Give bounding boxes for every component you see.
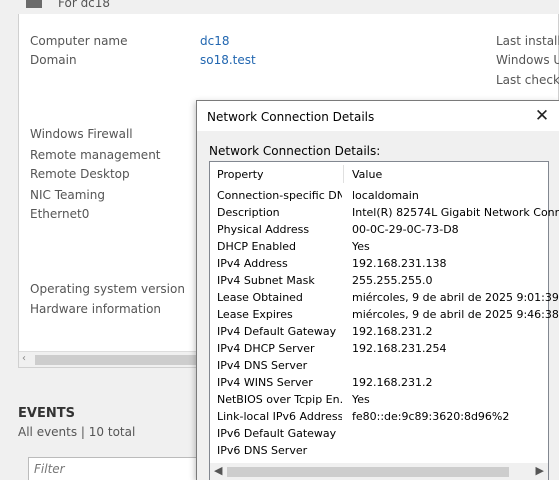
- value-cell: 255.255.255.0: [352, 274, 433, 287]
- list-item[interactable]: Link-local IPv6 Address fe80::de:9c89:362…: [210, 409, 548, 426]
- list-item[interactable]: Physical Address 00-0C-29-0C-73-D8: [210, 222, 548, 239]
- column-header-property[interactable]: Property: [217, 168, 264, 181]
- windows-firewall-label: Windows Firewall: [30, 127, 133, 141]
- listview-scroll-thumb[interactable]: [227, 467, 509, 477]
- list-item[interactable]: IPv4 Default Gateway 192.168.231.2: [210, 324, 548, 341]
- property-cell: IPv4 Default Gateway: [217, 325, 337, 338]
- tile-icon: [26, 0, 42, 8]
- listview-rows: Connection-specific DN... localdomain Desc…: [210, 188, 559, 460]
- property-cell: IPv4 DHCP Server: [217, 342, 315, 355]
- listview-header: Property Value: [210, 162, 548, 187]
- dialog-titlebar[interactable]: Network Connection Details ✕: [197, 101, 559, 131]
- value-cell: 192.168.231.2: [352, 376, 433, 389]
- property-cell: DHCP Enabled: [217, 240, 297, 253]
- list-item[interactable]: Lease Expires miércoles, 9 de abril de 20…: [210, 307, 559, 324]
- list-item[interactable]: IPv6 DNS Server: [210, 443, 548, 460]
- property-cell: IPv4 Subnet Mask: [217, 274, 315, 287]
- property-cell: Lease Obtained: [217, 291, 303, 304]
- list-item[interactable]: IPv4 WINS Server 192.168.231.2: [210, 375, 548, 392]
- chevron-right-icon[interactable]: ▶: [536, 464, 544, 477]
- tile-for-label: For dc18: [58, 0, 111, 10]
- list-item[interactable]: DHCP Enabled Yes: [210, 239, 548, 256]
- computer-name-label: Computer name: [30, 34, 128, 48]
- remote-desktop-label: Remote Desktop: [30, 167, 130, 181]
- value-cell: Yes: [352, 240, 370, 253]
- scroll-thumb[interactable]: [35, 355, 205, 365]
- nic-teaming-label: NIC Teaming: [30, 188, 105, 202]
- property-cell: IPv4 DNS Server: [217, 359, 308, 372]
- last-checked-label: Last checke: [496, 73, 559, 87]
- chevron-left-icon[interactable]: ◀: [214, 464, 222, 477]
- dialog-title: Network Connection Details: [207, 110, 375, 124]
- value-cell: fe80::de:9c89:3620:8d96%2: [352, 410, 510, 423]
- hardware-info-label: Hardware information: [30, 302, 162, 316]
- computer-name-link[interactable]: dc18: [200, 34, 229, 48]
- value-cell: Intel(R) 82574L Gigabit Network Connect: [352, 206, 559, 219]
- list-item[interactable]: NetBIOS over Tcpip En... Yes: [210, 392, 548, 409]
- ethernet0-label: Ethernet0: [30, 207, 90, 221]
- list-item[interactable]: Lease Obtained miércoles, 9 de abril de 2…: [210, 290, 559, 307]
- value-cell: 192.168.231.2: [352, 325, 433, 338]
- chevron-left-icon[interactable]: ‹: [22, 353, 26, 364]
- network-connection-details-dialog: Network Connection Details ✕ Network Con…: [196, 100, 559, 480]
- list-item[interactable]: IPv4 Address 192.168.231.138: [210, 256, 548, 273]
- details-label: Network Connection Details:: [209, 144, 381, 158]
- last-installed-label: Last installe: [496, 34, 559, 48]
- list-item[interactable]: IPv4 DHCP Server 192.168.231.254: [210, 341, 548, 358]
- domain-label: Domain: [30, 53, 77, 67]
- property-cell: Physical Address: [217, 223, 310, 236]
- domain-link[interactable]: so18.test: [200, 53, 256, 67]
- tile-header: For dc18: [0, 0, 559, 14]
- property-cell: Connection-specific DN...: [217, 189, 342, 202]
- events-filter-input[interactable]: Filter: [28, 457, 208, 480]
- value-cell: 192.168.231.138: [352, 257, 447, 270]
- events-subtitle: All events | 10 total: [18, 425, 136, 439]
- windows-update-label: Windows Up: [496, 53, 559, 67]
- events-title: EVENTS: [18, 406, 75, 421]
- property-cell: IPv4 WINS Server: [217, 376, 313, 389]
- property-cell: Link-local IPv6 Address: [217, 410, 342, 423]
- property-cell: Lease Expires: [217, 308, 293, 321]
- property-cell: IPv4 Address: [217, 257, 288, 270]
- value-cell: miércoles, 9 de abril de 2025 9:01:39: [352, 291, 559, 304]
- value-cell: miércoles, 9 de abril de 2025 9:46:38: [352, 308, 559, 321]
- list-item[interactable]: Description Intel(R) 82574L Gigabit Netwo…: [210, 205, 559, 222]
- value-cell: 192.168.231.254: [352, 342, 447, 355]
- column-header-value[interactable]: Value: [352, 168, 382, 181]
- list-item[interactable]: IPv4 Subnet Mask 255.255.255.0: [210, 273, 548, 290]
- column-separator[interactable]: [343, 165, 344, 183]
- os-version-label: Operating system version: [30, 282, 185, 296]
- details-listview[interactable]: Property Value Connection-specific DN...…: [209, 161, 559, 480]
- property-cell: NetBIOS over Tcpip En...: [217, 393, 342, 406]
- remote-management-label: Remote management: [30, 148, 161, 162]
- value-cell: Yes: [352, 393, 370, 406]
- list-item[interactable]: IPv6 Default Gateway: [210, 426, 548, 443]
- property-cell: IPv6 DNS Server: [217, 444, 308, 457]
- close-icon[interactable]: ✕: [531, 105, 553, 127]
- property-cell: Description: [217, 206, 280, 219]
- value-cell: localdomain: [352, 189, 419, 202]
- property-cell: IPv6 Default Gateway: [217, 427, 337, 440]
- list-item[interactable]: Connection-specific DN... localdomain: [210, 188, 548, 205]
- listview-scrollbar[interactable]: ◀ ▶: [210, 463, 548, 480]
- list-item[interactable]: IPv4 DNS Server: [210, 358, 548, 375]
- value-cell: 00-0C-29-0C-73-D8: [352, 223, 459, 236]
